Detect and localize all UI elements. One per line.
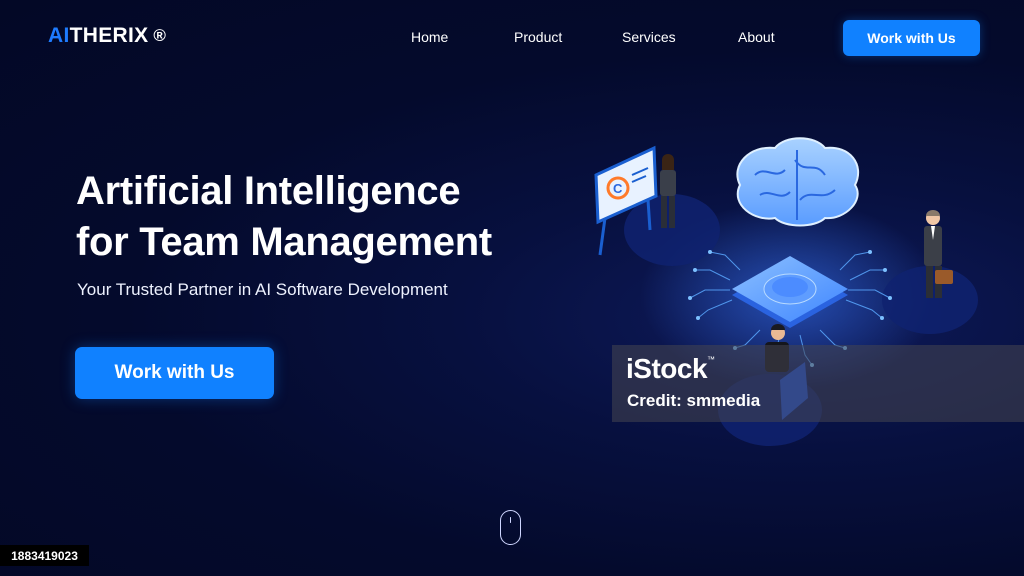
- mouse-wheel: [509, 517, 511, 523]
- stock-image-id: 1883419023: [0, 545, 89, 566]
- istock-watermark: iStock™ Credit: smmedia: [612, 345, 1024, 422]
- hero-title-line-1: Artificial Intelligence: [76, 169, 461, 213]
- hero-title: Artificial Intelligence for Team Managem…: [76, 166, 576, 268]
- istock-logo: iStock™: [626, 353, 715, 385]
- nav-link-product[interactable]: Product: [514, 29, 562, 45]
- nav-link-home[interactable]: Home: [411, 29, 448, 45]
- watermark-credit: Credit: smmedia: [627, 391, 761, 410]
- registered-mark: ®: [153, 26, 167, 45]
- trademark-mark: ™: [707, 355, 715, 364]
- logo-ai-text: AI: [48, 24, 70, 47]
- nav-link-about[interactable]: About: [738, 29, 775, 45]
- scroll-mouse-icon[interactable]: [500, 510, 521, 545]
- hero-title-line-2: for Team Management: [76, 220, 492, 264]
- header-work-with-us-button[interactable]: Work with Us: [843, 20, 980, 56]
- nav-link-services[interactable]: Services: [622, 29, 676, 45]
- brain-icon: [736, 137, 860, 227]
- brand-logo[interactable]: AITHERIX ®: [48, 24, 166, 48]
- landing-page: AITHERIX ® Home Product Services About Wo…: [0, 0, 1024, 576]
- board-letter: C: [613, 181, 623, 196]
- hero-subtitle: Your Trusted Partner in AI Software Deve…: [77, 280, 448, 299]
- hero-work-with-us-button[interactable]: Work with Us: [75, 347, 274, 399]
- istock-brand-text: iStock: [626, 353, 708, 384]
- logo-name-text: THERIX: [69, 24, 149, 47]
